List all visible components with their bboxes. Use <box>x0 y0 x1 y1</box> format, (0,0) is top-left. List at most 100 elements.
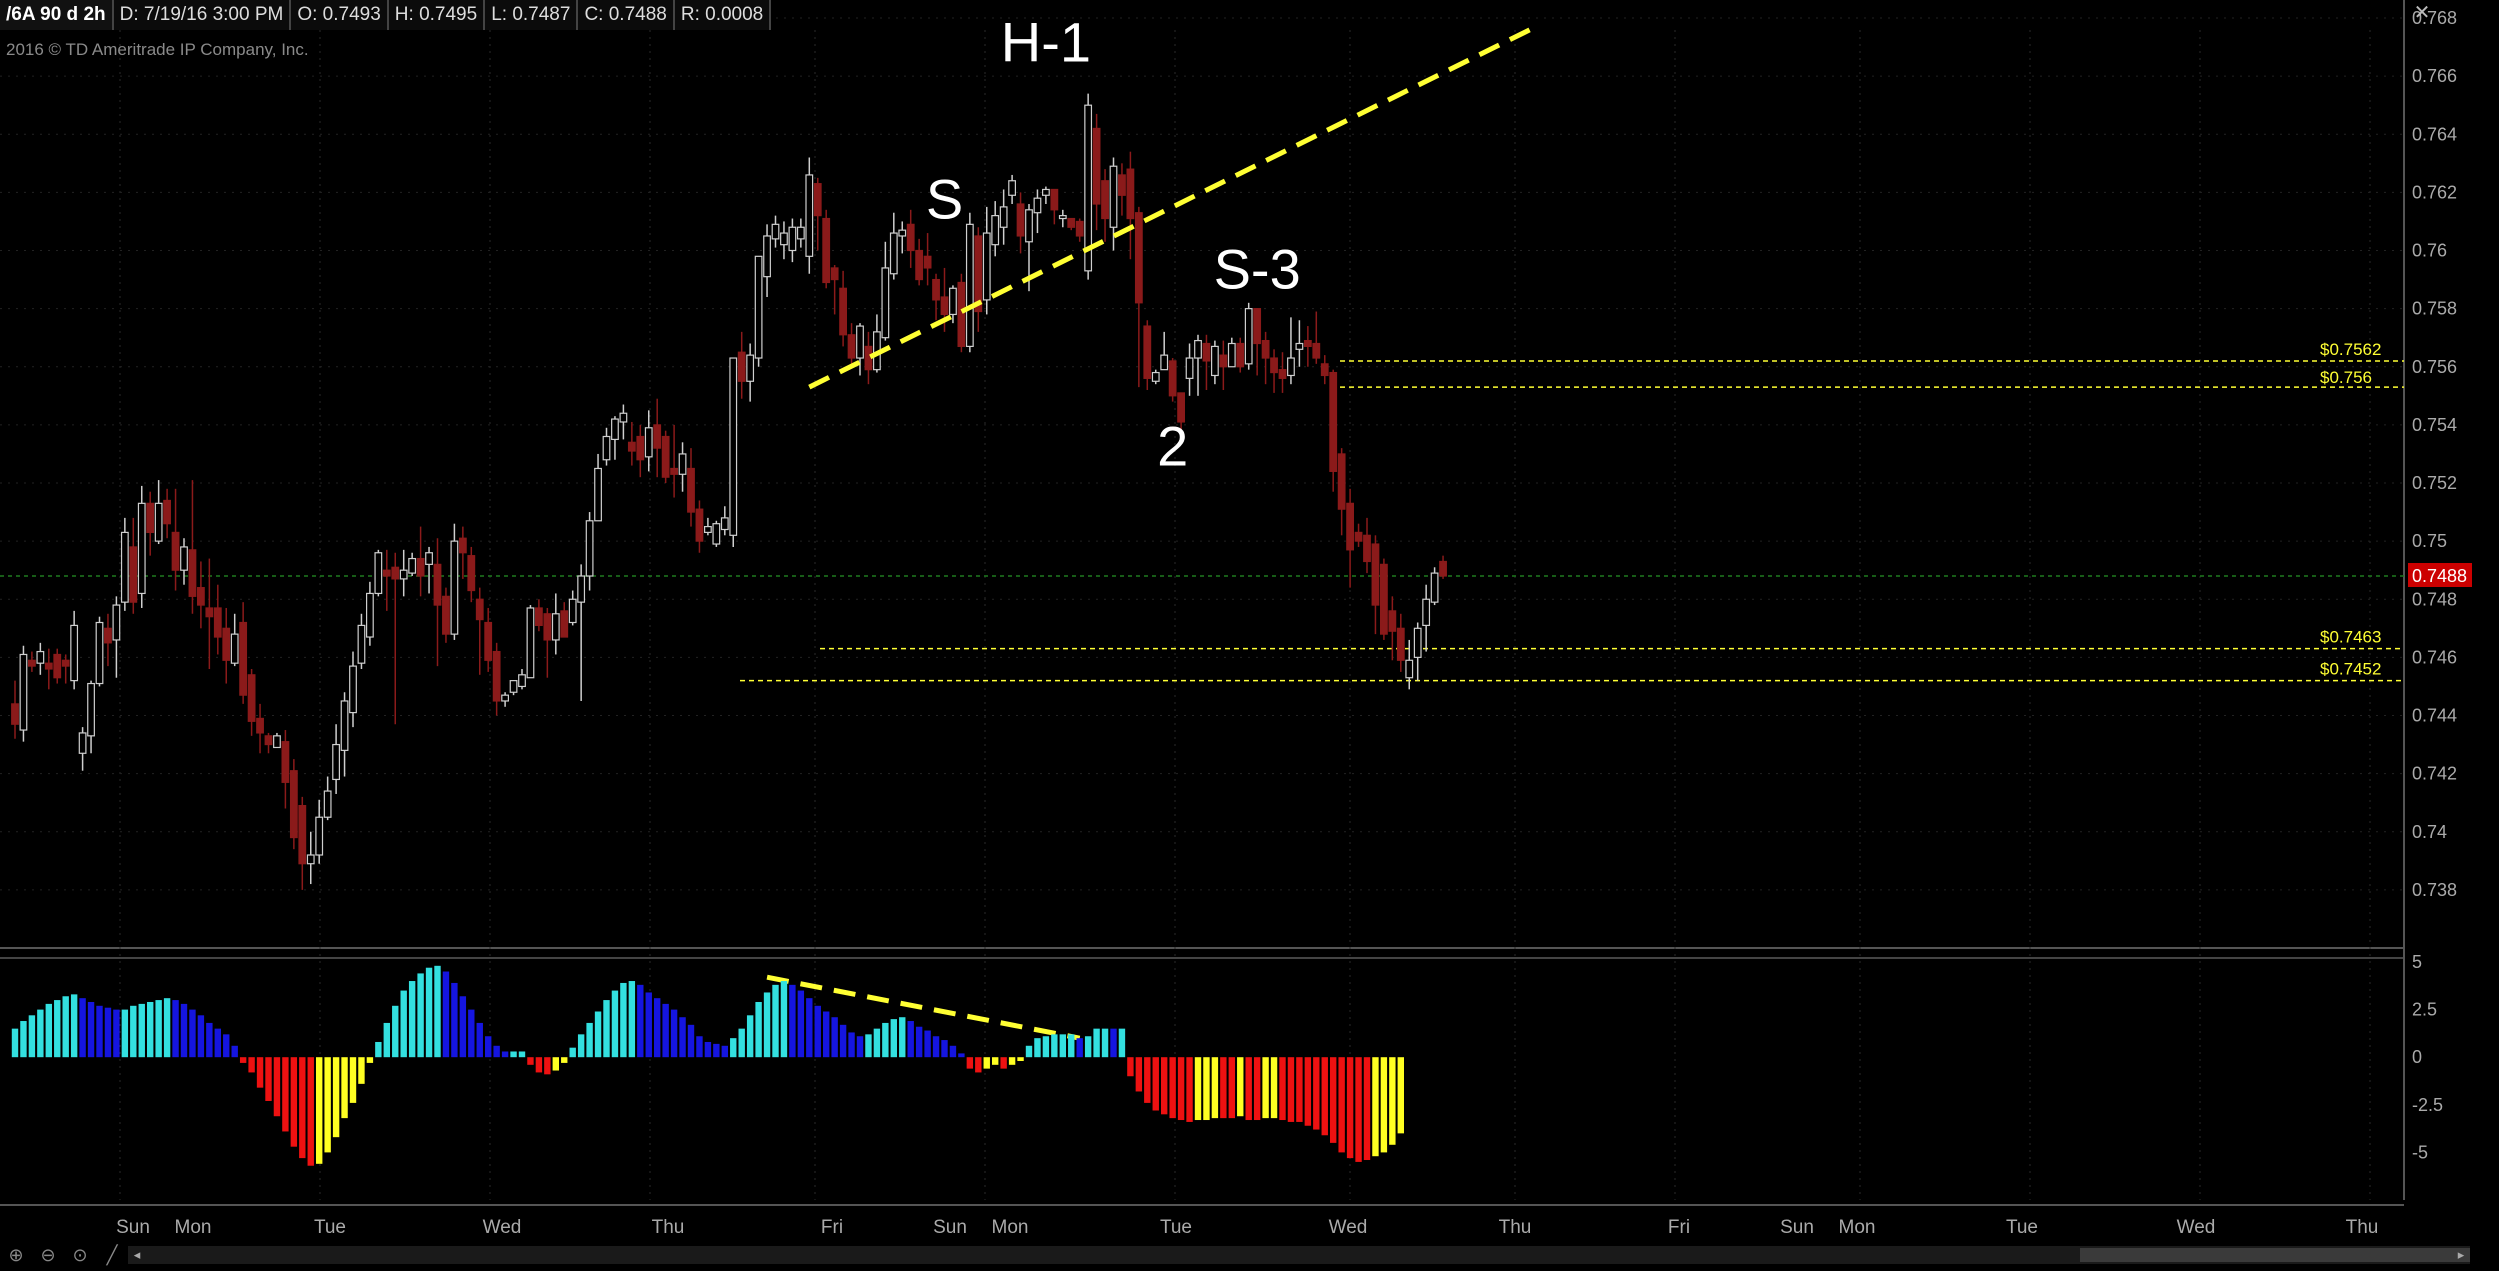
histogram-bar <box>231 1045 238 1058</box>
bear-candle <box>1219 354 1228 368</box>
bear-candle <box>1143 325 1152 379</box>
wave-label: S-3 <box>1214 237 1301 300</box>
bull-candle <box>1041 188 1050 196</box>
bear-candle <box>847 334 856 359</box>
histogram-bar <box>1211 1057 1219 1119</box>
bull-candle <box>771 223 780 240</box>
oscillator-histogram <box>11 965 1404 1166</box>
bull-candle <box>788 226 797 252</box>
bear-candle <box>1134 212 1143 304</box>
zoom-out-icon[interactable]: ⊖ <box>34 1244 62 1266</box>
bar-close: C: 0.7488 <box>578 0 675 30</box>
histogram-bar <box>1135 1057 1143 1092</box>
histogram-bar <box>206 1022 213 1058</box>
histogram-bar <box>958 1053 965 1058</box>
bull-candle <box>450 540 459 635</box>
bull-candle <box>112 604 121 641</box>
horizontal-scrollbar[interactable]: ◂ ▸ <box>128 1246 2470 1264</box>
bear-candle <box>61 659 70 667</box>
histogram-bar <box>70 994 78 1058</box>
price-trendline <box>808 24 1538 390</box>
time-tick-label: Sun <box>1780 1217 1814 1238</box>
scroll-right-icon[interactable]: ▸ <box>2452 1246 2470 1264</box>
bear-candle <box>247 674 256 722</box>
bull-candle <box>1244 308 1253 365</box>
histogram-bar <box>79 998 86 1058</box>
bear-candle <box>1118 174 1126 196</box>
histogram-bar <box>738 1028 745 1058</box>
price-tick-label: 0.752 <box>2412 473 2457 493</box>
zoom-in-icon[interactable]: ⊕ <box>2 1244 30 1266</box>
histogram-bar <box>408 981 416 1058</box>
price-chart[interactable]: $0.7562 $0.756 $0.7463 $0.7452 S H-1 2 S-3 0.7… <box>0 0 2499 1271</box>
bull-candle <box>1430 572 1439 603</box>
wave-label: S <box>926 168 963 231</box>
histogram-bar <box>628 981 636 1058</box>
histogram-bar <box>130 1005 137 1058</box>
bull-candle <box>340 700 349 751</box>
bull-candle <box>19 653 28 731</box>
bull-candle <box>1008 180 1016 196</box>
histogram-bar <box>611 990 619 1058</box>
bear-candle <box>670 467 678 475</box>
bull-candle <box>602 435 611 461</box>
bear-candle <box>1439 560 1447 577</box>
histogram-bar <box>1084 1036 1092 1058</box>
histogram-bar <box>155 1000 162 1058</box>
bull-candle <box>509 680 518 693</box>
wave-label: 2 <box>1157 415 1188 478</box>
bear-candle <box>213 607 222 638</box>
histogram-bar <box>679 1017 686 1058</box>
bear-candle <box>1202 342 1211 362</box>
histogram-bar <box>527 1057 534 1065</box>
oscillator-tick-label: 0 <box>2412 1047 2422 1067</box>
histogram-bar <box>670 1009 678 1058</box>
histogram-bar <box>831 1017 838 1058</box>
time-tick-label: Wed <box>483 1217 522 1238</box>
scroll-left-icon[interactable]: ◂ <box>128 1246 146 1264</box>
histogram-bar <box>848 1032 855 1058</box>
histogram-bar <box>1203 1057 1210 1121</box>
histogram-bar <box>434 965 441 1058</box>
histogram-bar <box>223 1034 230 1058</box>
bull-candle <box>1413 627 1422 658</box>
bear-candle <box>906 223 915 252</box>
bear-candle <box>391 566 400 580</box>
histogram-bar <box>62 996 69 1058</box>
histogram-bar <box>1051 1034 1058 1058</box>
bull-candle <box>78 732 87 754</box>
bull-candle <box>180 546 188 571</box>
close-icon[interactable]: ✕ <box>2410 0 2434 26</box>
bull-candle <box>1151 371 1160 382</box>
histogram-bar <box>865 1034 872 1058</box>
histogram-bar <box>1127 1057 1134 1077</box>
histogram-bar <box>890 1019 897 1058</box>
bear-candle <box>627 441 636 452</box>
histogram-bar <box>704 1041 712 1058</box>
histogram-bar <box>180 1003 188 1058</box>
histogram-bar <box>915 1026 923 1058</box>
symbol-label[interactable]: /6A 90 d 2h <box>0 0 114 30</box>
histogram-bar <box>1321 1057 1328 1136</box>
zoom-reset-icon[interactable]: ⊙ <box>66 1244 94 1266</box>
bear-candle <box>1278 369 1287 379</box>
scroll-thumb[interactable] <box>2080 1248 2470 1262</box>
histogram-bar <box>54 1000 61 1058</box>
histogram-bar <box>299 1057 306 1159</box>
bull-candle <box>678 453 687 475</box>
histogram-bar <box>569 1047 576 1058</box>
bull-candle <box>526 607 535 679</box>
histogram-bar <box>1355 1057 1362 1162</box>
drawing-icon[interactable]: ╱ <box>98 1244 126 1266</box>
bar-high: H: 0.7495 <box>388 0 486 30</box>
bear-candle <box>188 549 197 597</box>
bull-candle <box>1058 215 1067 220</box>
histogram-bar <box>1093 1028 1100 1058</box>
bull-candle <box>273 735 281 749</box>
histogram-bar <box>307 1057 314 1166</box>
price-level-label: $0.756 <box>2320 368 2372 387</box>
bear-candle <box>44 662 53 670</box>
bull-candle <box>315 816 324 856</box>
histogram-bar <box>662 1003 669 1058</box>
bear-candle <box>695 508 704 542</box>
